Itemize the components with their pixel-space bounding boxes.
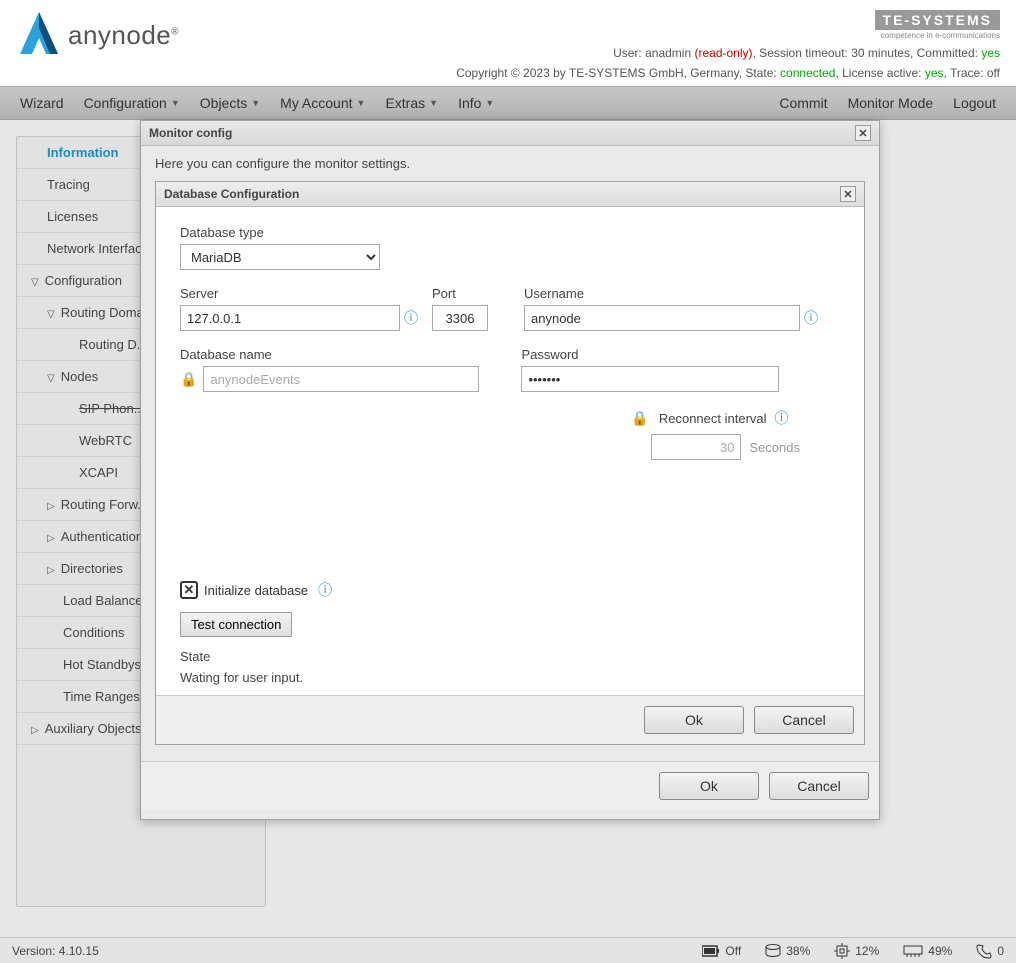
disk-icon <box>765 944 781 958</box>
disk-status: 38% <box>765 944 810 958</box>
logo-area: anynode® <box>16 10 179 60</box>
battery-status: Off <box>702 944 741 958</box>
state-value: Wating for user input. <box>180 670 840 685</box>
close-icon[interactable]: ✕ <box>855 125 871 141</box>
dialog-titlebar: Monitor config ✕ <box>141 121 879 146</box>
caret-down-icon: ▼ <box>251 98 260 108</box>
close-icon[interactable]: ✕ <box>840 186 856 202</box>
port-input[interactable] <box>432 305 488 331</box>
triangle-down-icon: ▽ <box>47 309 55 320</box>
cancel-button[interactable]: Cancel <box>754 706 854 734</box>
username-label: Username <box>524 286 818 301</box>
battery-icon <box>702 945 720 957</box>
dialog-title: Monitor config <box>149 126 232 140</box>
menu-wizard[interactable]: Wizard <box>10 95 74 111</box>
header-right: TE-SYSTEMS competence in e-communication… <box>456 10 1000 80</box>
caret-down-icon: ▼ <box>485 98 494 108</box>
menu-my-account[interactable]: My Account▼ <box>270 95 375 111</box>
lock-icon: 🔒 <box>631 410 648 427</box>
port-label: Port <box>432 286 488 301</box>
te-systems-logo: TE-SYSTEMS <box>875 10 1000 30</box>
menubar: Wizard Configuration▼ Objects▼ My Accoun… <box>0 86 1016 120</box>
menu-extras[interactable]: Extras▼ <box>375 95 448 111</box>
server-label: Server <box>180 286 418 301</box>
lock-icon: 🔒 <box>180 371 197 388</box>
phone-icon <box>976 943 992 959</box>
username-input[interactable] <box>524 305 800 331</box>
menu-info[interactable]: Info▼ <box>448 95 504 111</box>
inner-dialog-title: Database Configuration <box>164 187 299 201</box>
outer-button-bar: Ok Cancel <box>141 761 879 810</box>
reconnect-label: Reconnect interval <box>659 411 767 426</box>
cpu-status: 12% <box>834 943 879 959</box>
product-name: anynode® <box>68 20 179 51</box>
reconnect-input <box>651 434 741 460</box>
initialize-db-label: Initialize database <box>204 583 308 598</box>
dbname-input <box>203 366 479 392</box>
help-icon[interactable]: ⓘ <box>404 308 418 328</box>
menu-objects[interactable]: Objects▼ <box>190 95 270 111</box>
triangle-right-icon: ▷ <box>47 533 55 544</box>
triangle-right-icon: ▷ <box>47 565 55 576</box>
db-type-select[interactable]: MariaDB <box>180 244 380 270</box>
test-connection-button[interactable]: Test connection <box>180 612 292 637</box>
ok-button[interactable]: Ok <box>644 706 744 734</box>
app-header: anynode® TE-SYSTEMS competence in e-comm… <box>0 0 1016 86</box>
calls-status: 0 <box>976 943 1004 959</box>
help-icon[interactable]: ⓘ <box>775 408 789 428</box>
triangle-down-icon: ▽ <box>31 277 39 288</box>
triangle-down-icon: ▽ <box>47 373 55 384</box>
help-icon[interactable]: ⓘ <box>804 308 818 328</box>
anynode-logo-icon <box>16 10 62 60</box>
header-status-line-2: Copyright © 2023 by TE-SYSTEMS GmbH, Ger… <box>456 66 1000 80</box>
state-label: State <box>180 649 840 664</box>
memory-status: 49% <box>903 944 952 958</box>
caret-down-icon: ▼ <box>357 98 366 108</box>
triangle-right-icon: ▷ <box>47 501 55 512</box>
password-input[interactable] <box>521 366 779 392</box>
version-label: Version: <box>12 944 55 958</box>
menu-monitor-mode[interactable]: Monitor Mode <box>838 95 944 111</box>
cpu-icon <box>834 943 850 959</box>
reconnect-unit: Seconds <box>749 440 800 455</box>
menu-logout[interactable]: Logout <box>943 95 1006 111</box>
dbname-label: Database name <box>180 347 479 362</box>
monitor-config-dialog: Monitor config ✕ Here you can configure … <box>140 120 880 820</box>
dialog-hint: Here you can configure the monitor setti… <box>155 156 865 171</box>
caret-down-icon: ▼ <box>171 98 180 108</box>
inner-dialog-titlebar: Database Configuration ✕ <box>156 182 864 207</box>
triangle-right-icon: ▷ <box>31 725 39 736</box>
server-input[interactable] <box>180 305 400 331</box>
password-label: Password <box>521 347 779 362</box>
memory-icon <box>903 945 923 957</box>
menu-configuration[interactable]: Configuration▼ <box>74 95 190 111</box>
caret-down-icon: ▼ <box>429 98 438 108</box>
db-type-label: Database type <box>180 225 840 240</box>
statusbar: Version: 4.10.15 Off 38% 12% 49% 0 <box>0 937 1016 963</box>
help-icon[interactable]: ⓘ <box>318 580 332 600</box>
te-systems-tagline: competence in e-communications <box>456 31 1000 40</box>
menu-commit[interactable]: Commit <box>769 95 837 111</box>
header-status-line-1: User: anadmin (read-only), Session timeo… <box>456 46 1000 60</box>
version-value: 4.10.15 <box>59 944 99 958</box>
initialize-db-checkbox[interactable]: ✕ <box>180 581 198 599</box>
ok-button[interactable]: Ok <box>659 772 759 800</box>
inner-button-bar: Ok Cancel <box>156 695 864 744</box>
database-configuration-dialog: Database Configuration ✕ Database type M… <box>155 181 865 745</box>
cancel-button[interactable]: Cancel <box>769 772 869 800</box>
main-area: Information Tracing Licenses Network Int… <box>0 120 1016 923</box>
